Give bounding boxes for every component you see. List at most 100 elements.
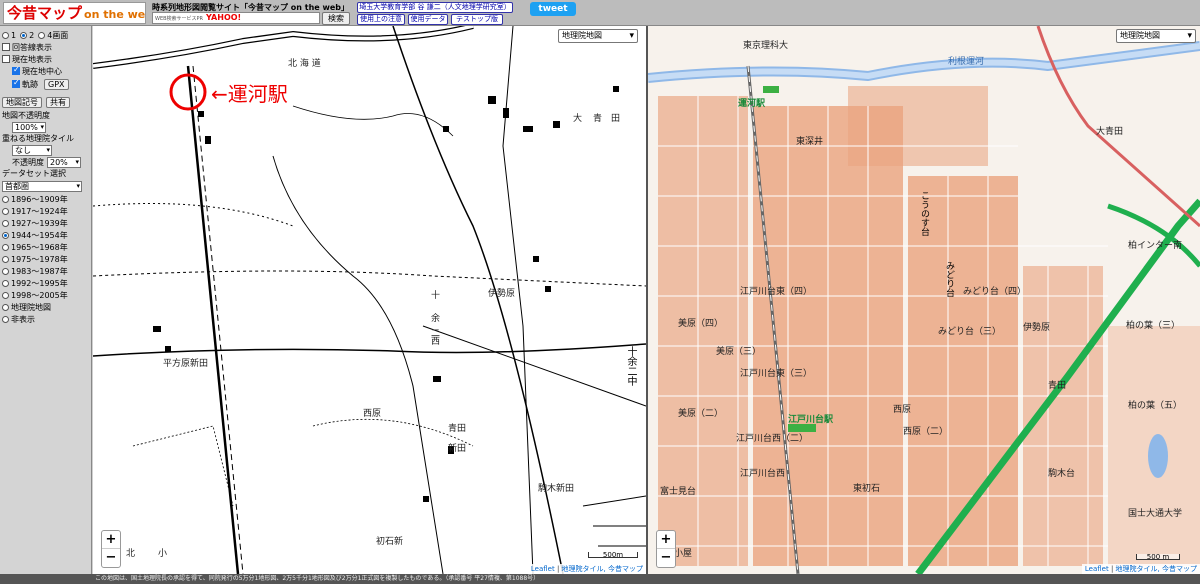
period-option[interactable]: 1917〜1924年: [2, 205, 89, 217]
layout-radio-2[interactable]: [20, 31, 28, 39]
overlay-opacity-select[interactable]: 20%: [47, 156, 81, 168]
period-radio[interactable]: [2, 315, 9, 323]
map-label: 江戸川台西: [740, 469, 786, 479]
right-layer-select[interactable]: 地理院地図: [1116, 29, 1196, 43]
period-label: 1983〜1987年: [11, 266, 68, 276]
checkbox-track[interactable]: 軌跡GPX: [2, 77, 89, 91]
opacity-select[interactable]: 100%: [12, 121, 46, 133]
share-button[interactable]: 共有: [46, 96, 70, 108]
zoom-out-button[interactable]: −: [102, 549, 120, 567]
gpx-button[interactable]: GPX: [44, 78, 69, 90]
search-input[interactable]: WEB検索サービスPR YAHOO!: [152, 12, 320, 24]
left-layer-select[interactable]: 地理院地図: [558, 29, 638, 43]
map-tools-row: 地図記号 共有: [2, 94, 89, 110]
map-label: 国士大通大学: [1128, 509, 1183, 519]
checkbox-center-location[interactable]: 現在地中心: [2, 65, 89, 77]
checkbox-answer-lines[interactable]: 回答線表示: [2, 41, 89, 53]
search-button[interactable]: 検索: [322, 12, 350, 25]
zoom-in-button[interactable]: +: [657, 531, 675, 549]
right-zoom-control: + −: [656, 530, 676, 568]
site-logo[interactable]: 今昔マップon the web: [3, 2, 146, 24]
map-label: 十余二中: [625, 346, 636, 386]
left-zoom-control: + −: [101, 530, 121, 568]
map-label: 富士見台: [660, 487, 697, 497]
period-radio[interactable]: [2, 243, 9, 251]
map-symbol-button[interactable]: 地図記号: [2, 96, 42, 108]
map-label: 西: [431, 337, 441, 347]
layout-radio-4[interactable]: [38, 31, 46, 39]
map-label: 北 海 道: [288, 59, 321, 69]
layout-selector: 1 2 4画面: [2, 29, 89, 41]
map-label: 新田: [448, 444, 467, 454]
zoom-out-button[interactable]: −: [657, 549, 675, 567]
period-radio[interactable]: [2, 303, 9, 311]
period-label: 1992〜1995年: [11, 278, 68, 288]
checkbox[interactable]: [2, 43, 10, 51]
map-label: 青: [593, 114, 603, 124]
zoom-in-button[interactable]: +: [102, 531, 120, 549]
map-label: 美原（四）: [678, 319, 724, 329]
period-radio[interactable]: [2, 219, 9, 227]
map-label: 大: [573, 114, 583, 124]
usage-notes-button[interactable]: 使用上の注意: [357, 14, 405, 25]
period-option[interactable]: 1965〜1968年: [2, 241, 89, 253]
right-scale-bar: 500 m: [1136, 554, 1180, 561]
tweet-button[interactable]: tweet: [530, 2, 576, 16]
search-provider-logo: WEB検索サービスPR YAHOO!: [155, 13, 242, 22]
dataset-select[interactable]: 首都圏: [2, 180, 82, 192]
modern-map-canvas: [648, 26, 1200, 574]
period-option[interactable]: 非表示: [2, 313, 89, 325]
author-link[interactable]: 埼玉大学教育学部 谷 謙二（人文地理学研究室）: [357, 2, 513, 13]
opacity-row: 100%: [2, 121, 89, 133]
overlay-select[interactable]: なし: [12, 144, 52, 156]
map-label: みどり台（三）: [938, 327, 1002, 337]
period-label: 1917〜1924年: [11, 206, 68, 216]
map-label: 江戸川台西（二）: [736, 434, 809, 444]
period-option[interactable]: 1896〜1909年: [2, 193, 89, 205]
map-label: 北: [126, 549, 136, 559]
period-radio[interactable]: [2, 267, 9, 275]
map-label: こうのす台: [919, 191, 929, 236]
map-label: 東初石: [853, 484, 881, 494]
period-option[interactable]: 1983〜1987年: [2, 265, 89, 277]
period-option[interactable]: 1992〜1995年: [2, 277, 89, 289]
map-label: 東深井: [796, 137, 824, 147]
map-label: 伊勢原: [488, 289, 516, 299]
map-label: 十: [431, 291, 441, 301]
period-label: 1975〜1978年: [11, 254, 68, 264]
right-attribution: Leaflet | 地理院タイル, 今昔マップ: [1081, 564, 1200, 574]
period-label: 1944〜1954年: [11, 230, 68, 240]
period-label: 1998〜2005年: [11, 290, 68, 300]
period-label: 1927〜1939年: [11, 218, 68, 228]
period-label: 1965〜1968年: [11, 242, 68, 252]
period-option[interactable]: 1998〜2005年: [2, 289, 89, 301]
period-label: 地理院地図: [11, 302, 51, 312]
period-radio[interactable]: [2, 231, 9, 239]
data-used-button[interactable]: 使用データ: [408, 14, 448, 25]
period-radio[interactable]: [2, 291, 9, 299]
period-option[interactable]: 1927〜1939年: [2, 217, 89, 229]
map-label: 柏の葉（三）: [1126, 321, 1181, 331]
logo-main: 今昔マップ: [7, 4, 83, 22]
checkbox[interactable]: [12, 65, 20, 75]
period-list: 1896〜1909年 1917〜1924年 1927〜1939年 1944〜1954年…: [2, 193, 89, 325]
map-label: みどり台: [944, 261, 954, 297]
map-label: 平方原新田: [163, 359, 209, 369]
period-radio[interactable]: [2, 195, 9, 203]
layout-radio-1[interactable]: [2, 31, 9, 39]
sidebar: 1 2 4画面 回答線表示 現在地表示 現在地中心 軌跡GPX 地図記号 共有 …: [0, 26, 92, 574]
period-radio[interactable]: [2, 207, 9, 215]
checkbox[interactable]: [12, 78, 20, 88]
historic-map[interactable]: ←運河駅 北 海 道 大 青 田 伊勢原 平方原新田 十 余 二 西 西原 青田…: [93, 26, 646, 574]
map-label: 西原: [893, 405, 912, 415]
period-radio[interactable]: [2, 255, 9, 263]
period-radio[interactable]: [2, 279, 9, 287]
checkbox-show-location[interactable]: 現在地表示: [2, 53, 89, 65]
desktop-version-button[interactable]: テストップ版: [451, 14, 503, 25]
period-option[interactable]: 1944〜1954年: [2, 229, 89, 241]
period-option[interactable]: 1975〜1978年: [2, 253, 89, 265]
checkbox[interactable]: [2, 55, 10, 63]
modern-map[interactable]: 東京理科大 運河駅 東深井 大青田 こうのす台 みどり台 江戸川台東（四） みど…: [648, 26, 1200, 574]
period-option[interactable]: 地理院地図: [2, 301, 89, 313]
dataset-label: データセット選択: [2, 169, 66, 178]
